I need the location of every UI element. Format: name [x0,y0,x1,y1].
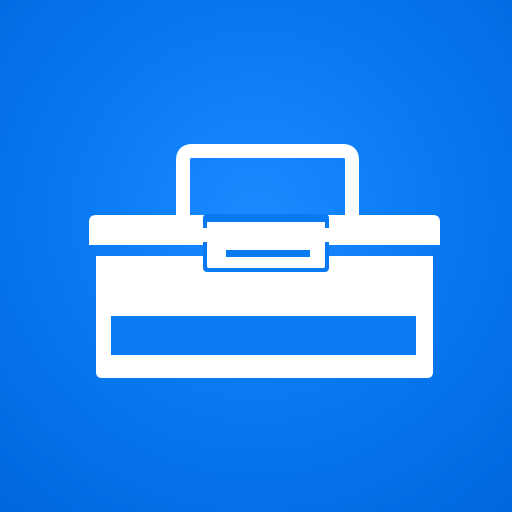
toolbox-latch-slot [226,250,310,257]
toolbox-icon [89,144,440,378]
toolbox-handle [176,144,359,218]
toolbox-latch-tab-left [201,228,209,242]
toolbox-latch-tab-right [323,228,331,242]
app-icon[interactable] [0,0,512,512]
toolbox-stripe [111,316,416,355]
toolbox-latch [207,222,325,268]
